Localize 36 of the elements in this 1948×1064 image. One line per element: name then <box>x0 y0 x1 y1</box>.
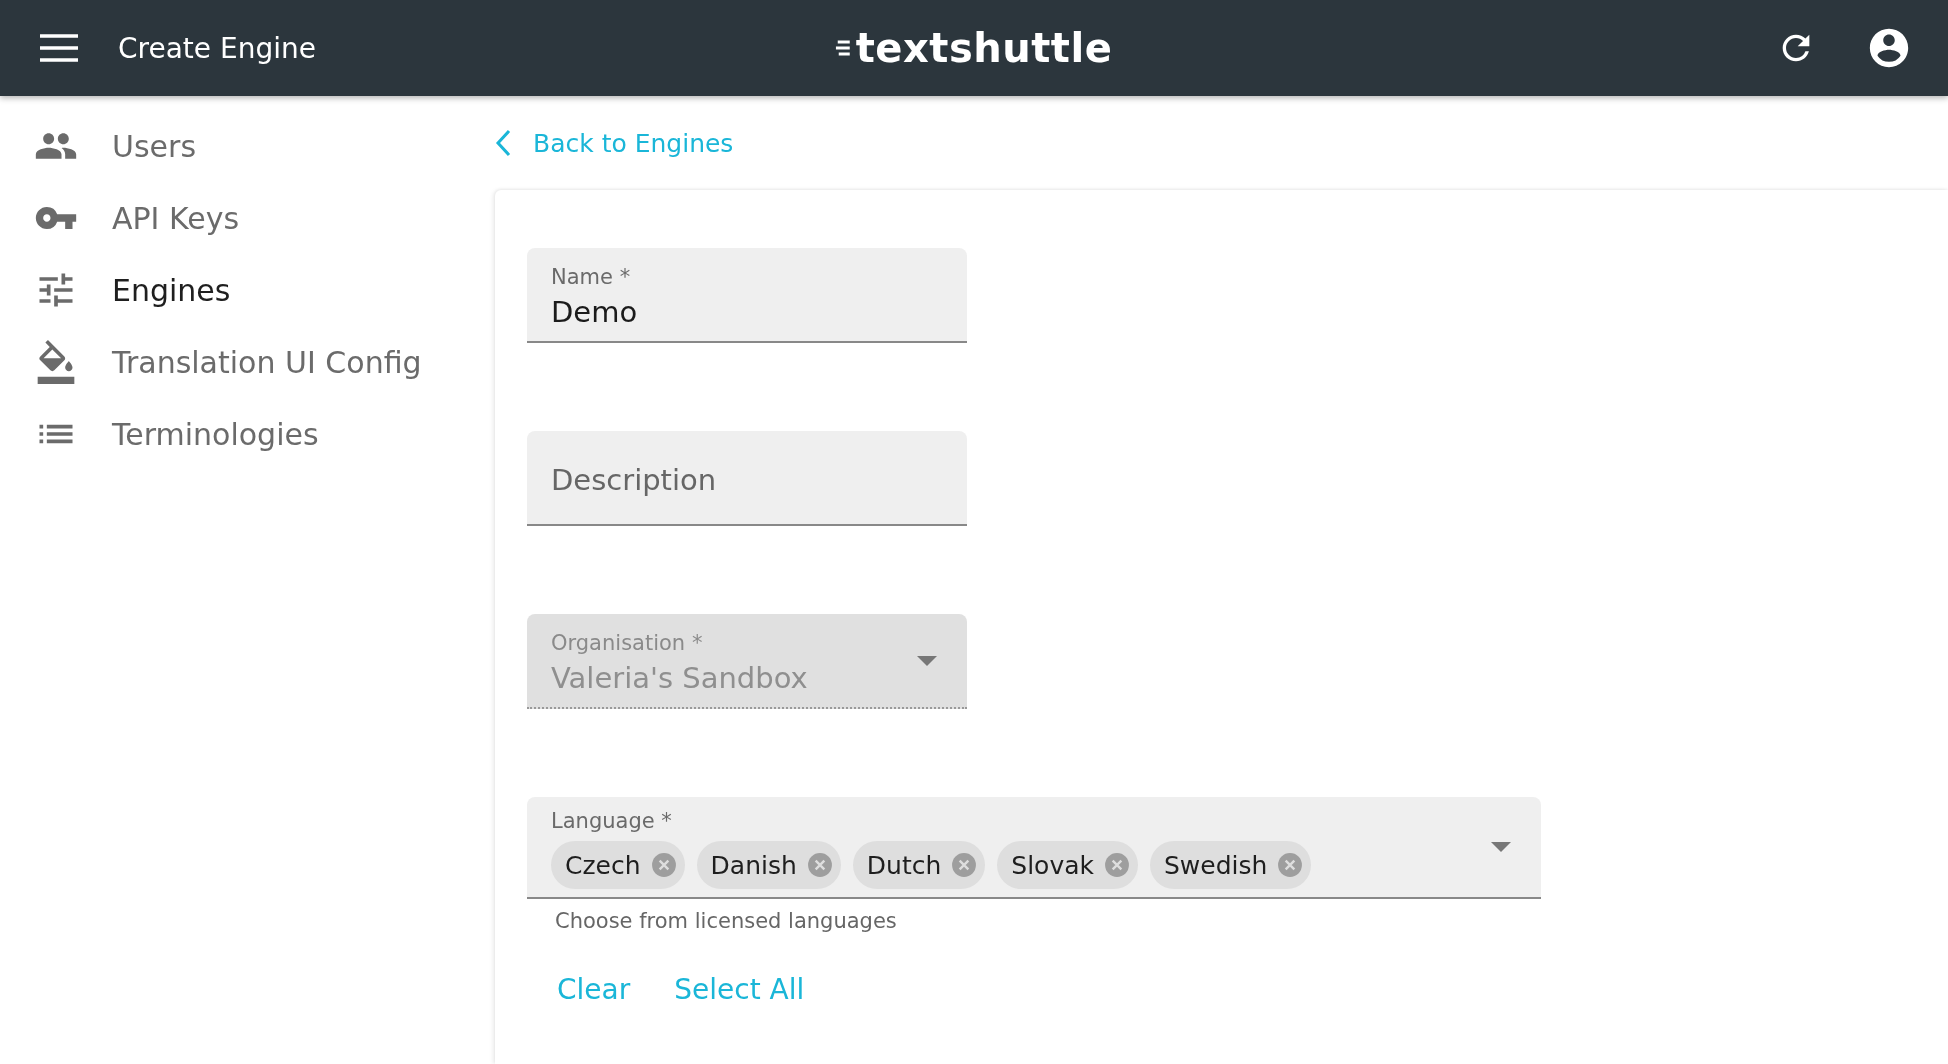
helper-text: Choose from licensed languages <box>555 909 898 933</box>
description-field[interactable]: Description <box>527 431 967 526</box>
dropdown-caret-icon[interactable] <box>1491 842 1511 852</box>
chip-remove-icon[interactable] <box>1104 852 1130 878</box>
sidebar-item[interactable]: Terminologies <box>0 398 470 470</box>
menu-icon <box>40 34 78 62</box>
chip-remove-icon[interactable] <box>1277 852 1304 878</box>
field-value: Demo <box>551 294 638 329</box>
chip-label: Swedish <box>1164 850 1268 880</box>
chip-remove-icon[interactable] <box>951 852 978 878</box>
sidebar-item[interactable]: Users <box>0 110 470 182</box>
field-label: Name * <box>551 264 632 289</box>
sidebar-item[interactable]: Engines <box>0 254 470 326</box>
page-title: Create Engine <box>118 31 316 65</box>
name-field[interactable]: Name * Demo <box>527 248 967 343</box>
field-label: Language * <box>551 809 673 833</box>
logo-text: textshuttle <box>855 25 1113 71</box>
field-value: Valeria's Sandbox <box>551 660 808 695</box>
sidebar-item-label: Terminologies <box>112 416 319 452</box>
chip-label: Dutch <box>866 850 942 880</box>
sidebar-item-label: Users <box>112 128 196 164</box>
chevron-left-icon <box>495 129 511 157</box>
chip-remove-icon[interactable] <box>806 852 833 878</box>
chip-label: Danish <box>710 850 797 880</box>
sidebar-item-label: API Keys <box>112 200 240 236</box>
sidebar-item[interactable]: API Keys <box>0 182 470 254</box>
language-select[interactable]: Language * Czech Danish Dutch Slovak Swedish <box>527 797 1541 899</box>
sidebar-item-label: Translation UI Config <box>112 344 422 380</box>
chip-label: Czech <box>565 850 641 880</box>
menu-button[interactable] <box>40 34 78 62</box>
chip-label: Slovak <box>1011 850 1094 880</box>
sidebar-item[interactable]: Translation UI Config <box>0 326 470 398</box>
chip-remove-icon[interactable] <box>650 852 677 878</box>
sidebar-item-label: Engines <box>112 272 231 308</box>
field-placeholder: Description <box>551 462 718 497</box>
field-label: Organisation * <box>551 630 704 655</box>
